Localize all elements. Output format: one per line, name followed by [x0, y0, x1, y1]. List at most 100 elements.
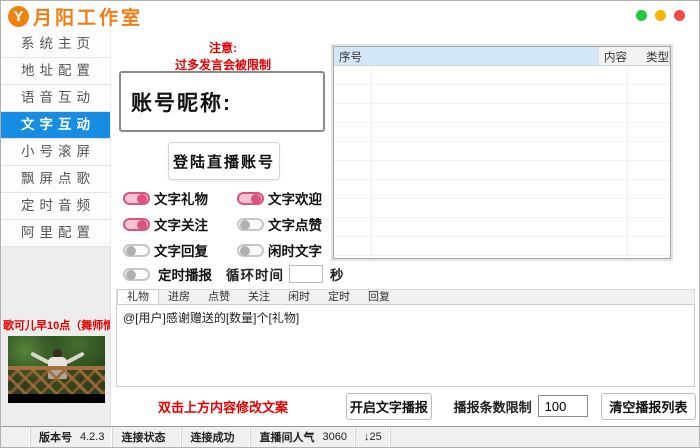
toggle-switch-icon[interactable]: [123, 218, 150, 231]
person-arm: [30, 352, 50, 365]
template-tab-label: 闲时: [288, 291, 310, 303]
window-button-green[interactable]: [636, 10, 647, 21]
connection-label: 连接状态: [121, 429, 165, 445]
template-tab[interactable]: 点赞: [199, 290, 239, 304]
timed-broadcast-row: 定时播报 循环时间 秒: [123, 264, 344, 284]
toggle-label: 文字点赞: [268, 214, 322, 234]
window-button-red[interactable]: [674, 10, 685, 21]
left-panel: 歌可儿早10点（舞师情感小: [1, 247, 111, 428]
timed-broadcast-label: 定时播报: [158, 264, 212, 284]
template-tab-label: 点赞: [208, 291, 230, 303]
window-button-yellow[interactable]: [655, 10, 666, 21]
sidebar-item[interactable]: 文字互动: [1, 112, 110, 139]
toggle-switch-icon[interactable]: [237, 244, 264, 257]
thumbnail-letterbox: [8, 394, 105, 403]
toggle-label: 闲时文字: [268, 240, 322, 260]
account-nickname-box: 账号昵称:: [119, 71, 325, 132]
sidebar-item[interactable]: 定时音频: [1, 193, 110, 220]
status-connection-label: 连接状态: [113, 427, 182, 447]
sidebar-item-label: 小号滚屏: [21, 144, 95, 159]
version-label: 版本号: [39, 429, 72, 445]
template-tab[interactable]: 闲时: [279, 290, 319, 304]
status-viewer-trend: ↓25: [356, 427, 391, 447]
toggle-switch-row[interactable]: 文字欢迎: [237, 190, 337, 206]
toggle-label: 文字回复: [154, 240, 208, 260]
sidebar-item[interactable]: 系统主页: [1, 31, 110, 58]
sidebar-item-label: 系统主页: [21, 36, 95, 51]
toggle-label: 文字关注: [154, 214, 208, 234]
toggle-switch-row[interactable]: 文字点赞: [237, 216, 337, 232]
sidebar-item-label: 飘屏点歌: [21, 171, 95, 186]
popularity-label: 直播间人气: [259, 429, 314, 445]
template-tab[interactable]: 礼物: [117, 289, 159, 304]
action-bar: 双击上方内容修改文案 开启文字播报 播报条数限制 清空播报列表: [116, 391, 696, 421]
clear-broadcast-list-button[interactable]: 清空播报列表: [601, 393, 696, 420]
app-title: 月阳工作室: [33, 3, 143, 30]
status-bar: 版本号 4.2.3 连接状态 连接成功 直播间人气 3060 ↓25: [1, 426, 699, 447]
account-nickname-label: 账号昵称:: [131, 87, 232, 117]
broadcast-limit-label: 播报条数限制: [454, 397, 532, 416]
toggle-switch-row[interactable]: 文字礼物: [123, 190, 237, 206]
sidebar-item[interactable]: 阿里配置: [1, 220, 110, 247]
loop-time-label: 循环时间: [226, 264, 284, 284]
template-tab-label: 回复: [368, 291, 390, 303]
timed-broadcast-toggle-icon[interactable]: [123, 268, 150, 281]
broadcast-limit-input[interactable]: [538, 395, 588, 417]
person-arm: [65, 352, 85, 365]
table-column-header: 序号: [334, 47, 599, 65]
template-tab-strip: 礼物 进房 点赞 关注 闲时 定时 回复: [116, 289, 695, 304]
toggle-switch-icon[interactable]: [123, 244, 150, 257]
fence-graphic: [8, 366, 105, 394]
broadcast-table-body[interactable]: [334, 66, 670, 258]
sidebar-item-label: 文字互动: [21, 117, 95, 132]
start-broadcast-button[interactable]: 开启文字播报: [346, 393, 432, 420]
status-spacer: [1, 427, 31, 447]
template-tab[interactable]: 定时: [319, 290, 359, 304]
connection-value: 连接成功: [190, 429, 234, 445]
toggle-switch-icon[interactable]: [237, 218, 264, 231]
status-connection-value: 连接成功: [182, 427, 251, 447]
window-controls: [636, 10, 685, 21]
template-tab[interactable]: 关注: [239, 290, 279, 304]
column-divider: [371, 66, 372, 258]
toggle-switch-icon[interactable]: [237, 192, 264, 205]
status-version: 版本号 4.2.3: [31, 427, 113, 447]
table-column-header: 内容: [599, 47, 641, 65]
column-divider: [627, 66, 628, 258]
popularity-value: 3060: [322, 431, 346, 443]
template-tab-label: 定时: [328, 291, 350, 303]
toggle-switch-row[interactable]: 闲时文字: [237, 242, 337, 258]
broadcast-table-header: 序号 内容 类型: [334, 47, 670, 66]
video-thumbnail: [8, 336, 105, 403]
template-tab-label: 进房: [168, 291, 190, 303]
template-tab-label: 礼物: [127, 291, 149, 303]
version-value: 4.2.3: [80, 431, 104, 443]
toggle-switch-row[interactable]: 文字回复: [123, 242, 237, 258]
sidebar-item[interactable]: 地址配置: [1, 58, 110, 85]
loop-time-input[interactable]: [289, 265, 323, 283]
toggle-grid: 文字礼物 文字欢迎 文字关注 文字点赞 文字回复 闲时文字: [123, 190, 337, 258]
sidebar-item[interactable]: 小号滚屏: [1, 139, 110, 166]
template-tab[interactable]: 回复: [359, 290, 399, 304]
loop-time-unit: 秒: [330, 264, 344, 284]
toggle-switch-row[interactable]: 文字关注: [123, 216, 237, 232]
toggle-switch-icon[interactable]: [123, 192, 150, 205]
template-tab-label: 关注: [248, 291, 270, 303]
edit-hint-text: 双击上方内容修改文案: [158, 397, 288, 416]
status-popularity: 直播间人气 3060: [251, 427, 355, 447]
sidebar-item[interactable]: 飘屏点歌: [1, 166, 110, 193]
marquee-text: 歌可儿早10点（舞师情感小: [3, 317, 110, 333]
template-tab[interactable]: 进房: [159, 290, 199, 304]
sidebar-item-label: 地址配置: [21, 63, 95, 78]
login-live-account-button[interactable]: 登陆直播账号: [168, 142, 280, 180]
sidebar-item[interactable]: 语音互动: [1, 85, 110, 112]
viewer-trend-value: ↓25: [364, 431, 382, 443]
title-bar: Y 月阳工作室: [1, 1, 699, 31]
broadcast-table: 序号 内容 类型: [333, 46, 671, 259]
sidebar-item-label: 语音互动: [21, 90, 95, 105]
app-logo-icon: Y: [8, 6, 29, 27]
toggle-label: 文字礼物: [154, 188, 208, 208]
sidebar-item-label: 阿里配置: [21, 225, 95, 240]
template-editor[interactable]: @[用户]感谢赠送的[数量]个[礼物]: [116, 304, 695, 387]
toggle-label: 文字欢迎: [268, 188, 322, 208]
